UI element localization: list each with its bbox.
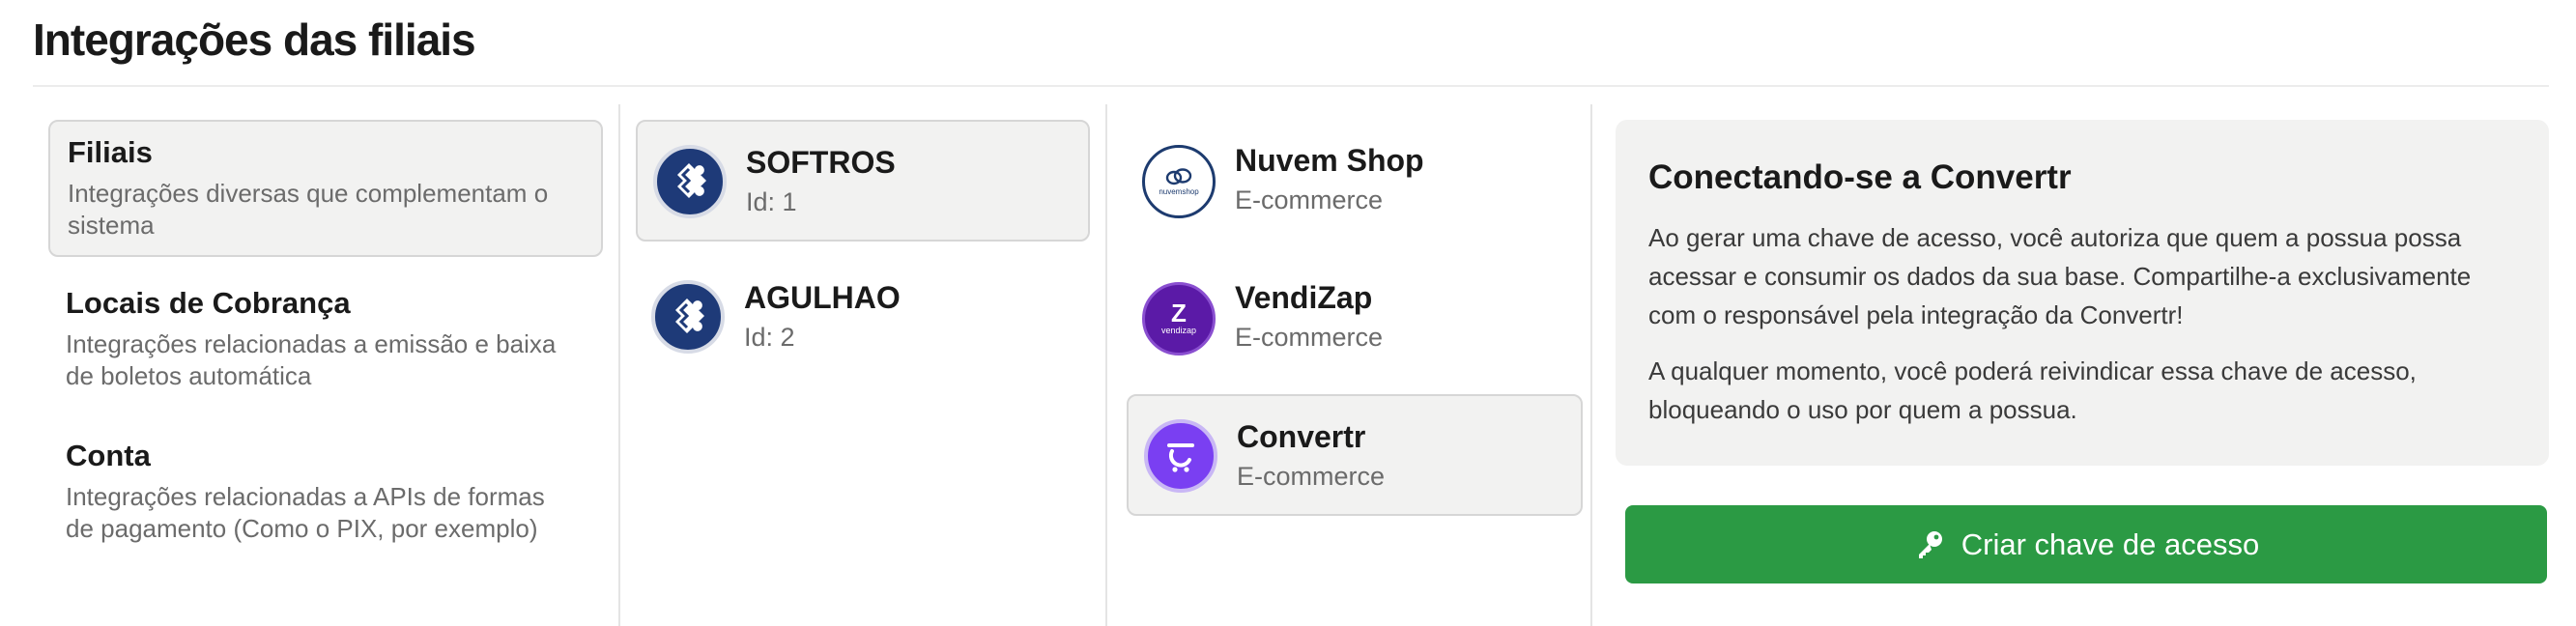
integration-item-convertr[interactable]: Convertr E-commerce bbox=[1127, 394, 1583, 516]
integration-type: E-commerce bbox=[1237, 462, 1386, 491]
integration-item-nuvem-shop[interactable]: nuvemshop Nuvem Shop E-commerce bbox=[1127, 120, 1583, 242]
branch-item-agulhao[interactable]: AGULHAO Id: 2 bbox=[636, 257, 1090, 379]
info-paragraph: Ao gerar uma chave de acesso, você autor… bbox=[1648, 223, 2472, 329]
integration-type: E-commerce bbox=[1235, 323, 1384, 352]
nuvemshop-logo-icon: nuvemshop bbox=[1142, 145, 1216, 218]
integration-name: Nuvem Shop bbox=[1235, 143, 1424, 178]
branch-name: SOFTROS bbox=[746, 145, 896, 180]
puzzle-icon bbox=[653, 145, 727, 218]
puzzle-icon bbox=[651, 280, 725, 354]
category-title: Filiais bbox=[68, 135, 153, 169]
header-divider bbox=[33, 85, 2549, 87]
page-title: Integrações das filiais bbox=[33, 14, 476, 65]
category-item-locais-de-cobranca[interactable]: Locais de Cobrança Integrações relaciona… bbox=[48, 272, 603, 410]
branch-id: Id: 2 bbox=[744, 323, 795, 352]
category-title: Conta bbox=[66, 439, 151, 472]
create-access-key-label: Criar chave de acesso bbox=[1961, 526, 2260, 561]
integration-name: Convertr bbox=[1237, 419, 1366, 454]
integration-item-vendizap[interactable]: Z vendizap VendiZap E-commerce bbox=[1127, 257, 1583, 379]
cart-icon bbox=[1144, 419, 1217, 493]
integration-name: VendiZap bbox=[1235, 280, 1373, 315]
info-paragraph: A qualquer momento, você poderá reivindi… bbox=[1648, 356, 2417, 424]
branch-id: Id: 1 bbox=[746, 187, 797, 216]
category-description: Integrações diversas que complementam o … bbox=[68, 179, 549, 240]
vendizap-logo-text: vendizap bbox=[1160, 326, 1197, 335]
key-icon bbox=[1918, 530, 1942, 558]
branch-name: AGULHAO bbox=[744, 280, 901, 315]
column-divider bbox=[1105, 104, 1107, 626]
integration-info-panel: Conectando-se a Convertr Ao gerar uma ch… bbox=[1616, 120, 2549, 466]
create-access-key-button[interactable]: Criar chave de acesso bbox=[1625, 505, 2547, 583]
category-item-filiais[interactable]: Filiais Integrações diversas que complem… bbox=[48, 120, 603, 257]
category-description: Integrações relacionadas a emissão e bai… bbox=[66, 329, 557, 390]
info-title: Conectando-se a Convertr bbox=[1648, 158, 2072, 196]
integration-type: E-commerce bbox=[1235, 185, 1384, 214]
vendizap-logo-icon: Z vendizap bbox=[1142, 282, 1216, 356]
category-description: Integrações relacionadas a APIs de forma… bbox=[66, 482, 545, 543]
category-title: Locais de Cobrança bbox=[66, 286, 351, 320]
column-divider bbox=[618, 104, 620, 626]
branch-item-softros[interactable]: SOFTROS Id: 1 bbox=[636, 120, 1090, 242]
column-divider bbox=[1590, 104, 1592, 626]
nuvemshop-logo-text: nuvemshop bbox=[1159, 186, 1199, 196]
category-item-conta[interactable]: Conta Integrações relacionadas a APIs de… bbox=[48, 425, 603, 589]
